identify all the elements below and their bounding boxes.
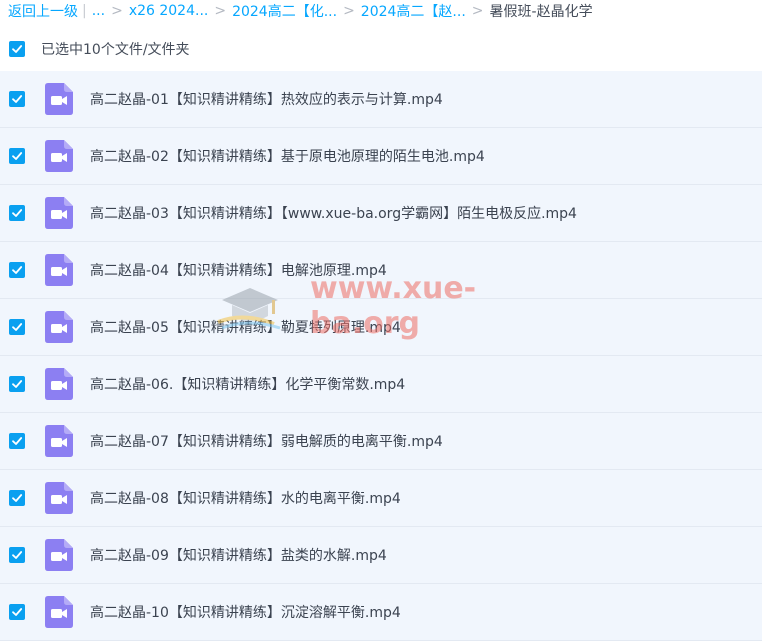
file-list: 高二赵晶-01【知识精讲精练】热效应的表示与计算.mp4 高二赵晶-02【知识精讲… <box>0 71 762 641</box>
check-icon <box>12 437 23 445</box>
file-name[interactable]: 高二赵晶-06.【知识精讲精练】化学平衡常数.mp4 <box>90 374 405 394</box>
file-row[interactable]: 高二赵晶-04【知识精讲精练】电解池原理.mp4 <box>0 242 762 299</box>
file-name[interactable]: 高二赵晶-10【知识精讲精练】沉淀溶解平衡.mp4 <box>90 602 401 622</box>
file-name[interactable]: 高二赵晶-03【知识精讲精练】【www.xue-ba.org学霸网】陌生电极反应… <box>90 203 577 223</box>
chevron-right-icon: > <box>214 3 227 19</box>
file-name[interactable]: 高二赵晶-05【知识精讲精练】勒夏特列原理.mp4 <box>90 317 401 337</box>
file-name[interactable]: 高二赵晶-09【知识精讲精练】盐类的水解.mp4 <box>90 545 387 565</box>
check-icon <box>12 266 23 274</box>
video-file-icon <box>45 482 73 514</box>
file-row[interactable]: 高二赵晶-10【知识精讲精练】沉淀溶解平衡.mp4 <box>0 584 762 641</box>
video-file-icon <box>45 368 73 400</box>
selection-bar: 已选中10个文件/文件夹 <box>9 38 190 60</box>
file-row[interactable]: 高二赵晶-08【知识精讲精练】水的电离平衡.mp4 <box>0 470 762 527</box>
file-name[interactable]: 高二赵晶-04【知识精讲精练】电解池原理.mp4 <box>90 260 387 280</box>
breadcrumb-divider: | <box>82 3 87 19</box>
check-icon <box>12 608 23 616</box>
selection-count: 已选中10个文件/文件夹 <box>41 42 190 58</box>
video-file-icon <box>45 596 73 628</box>
file-row[interactable]: 高二赵晶-06.【知识精讲精练】化学平衡常数.mp4 <box>0 356 762 413</box>
video-file-icon <box>45 254 73 286</box>
chevron-right-icon: > <box>111 3 123 19</box>
select-all-checkbox[interactable] <box>9 41 25 57</box>
file-checkbox[interactable] <box>9 604 25 620</box>
video-file-icon <box>45 197 73 229</box>
file-checkbox[interactable] <box>9 205 25 221</box>
file-checkbox[interactable] <box>9 262 25 278</box>
file-row[interactable]: 高二赵晶-05【知识精讲精练】勒夏特列原理.mp4 <box>0 299 762 356</box>
check-icon <box>12 551 23 559</box>
file-checkbox[interactable] <box>9 547 25 563</box>
file-row[interactable]: 高二赵晶-09【知识精讲精练】盐类的水解.mp4 <box>0 527 762 584</box>
breadcrumb-current: 暑假班-赵晶化学 <box>489 4 593 20</box>
check-icon <box>12 45 23 53</box>
file-name[interactable]: 高二赵晶-02【知识精讲精练】基于原电池原理的陌生电池.mp4 <box>90 146 485 166</box>
breadcrumb-ellipsis[interactable]: ... <box>92 3 105 19</box>
file-name[interactable]: 高二赵晶-07【知识精讲精练】弱电解质的电离平衡.mp4 <box>90 431 443 451</box>
breadcrumb: 返回上一级 | ... > x26 2024... > 2024高二【化... … <box>0 0 762 22</box>
file-row[interactable]: 高二赵晶-03【知识精讲精练】【www.xue-ba.org学霸网】陌生电极反应… <box>0 185 762 242</box>
chevron-right-icon: > <box>343 3 355 19</box>
video-file-icon <box>45 539 73 571</box>
file-checkbox[interactable] <box>9 148 25 164</box>
file-row[interactable]: 高二赵晶-07【知识精讲精练】弱电解质的电离平衡.mp4 <box>0 413 762 470</box>
file-checkbox[interactable] <box>9 319 25 335</box>
file-checkbox[interactable] <box>9 433 25 449</box>
file-checkbox[interactable] <box>9 490 25 506</box>
check-icon <box>12 209 23 217</box>
file-checkbox[interactable] <box>9 91 25 107</box>
video-file-icon <box>45 83 73 115</box>
check-icon <box>12 95 23 103</box>
breadcrumb-item[interactable]: 2024高二【化... <box>232 1 337 21</box>
chevron-right-icon: > <box>471 3 484 19</box>
file-checkbox[interactable] <box>9 376 25 392</box>
breadcrumb-item[interactable]: 2024高二【赵... <box>361 1 466 21</box>
check-icon <box>12 152 23 160</box>
video-file-icon <box>45 140 73 172</box>
file-name[interactable]: 高二赵晶-01【知识精讲精练】热效应的表示与计算.mp4 <box>90 89 443 109</box>
file-row[interactable]: 高二赵晶-02【知识精讲精练】基于原电池原理的陌生电池.mp4 <box>0 128 762 185</box>
file-name[interactable]: 高二赵晶-08【知识精讲精练】水的电离平衡.mp4 <box>90 488 401 508</box>
breadcrumb-item[interactable]: x26 2024... <box>129 3 209 19</box>
video-file-icon <box>45 425 73 457</box>
check-icon <box>12 494 23 502</box>
file-row[interactable]: 高二赵晶-01【知识精讲精练】热效应的表示与计算.mp4 <box>0 71 762 128</box>
back-link[interactable]: 返回上一级 <box>8 1 78 21</box>
video-file-icon <box>45 311 73 343</box>
check-icon <box>12 323 23 331</box>
check-icon <box>12 380 23 388</box>
